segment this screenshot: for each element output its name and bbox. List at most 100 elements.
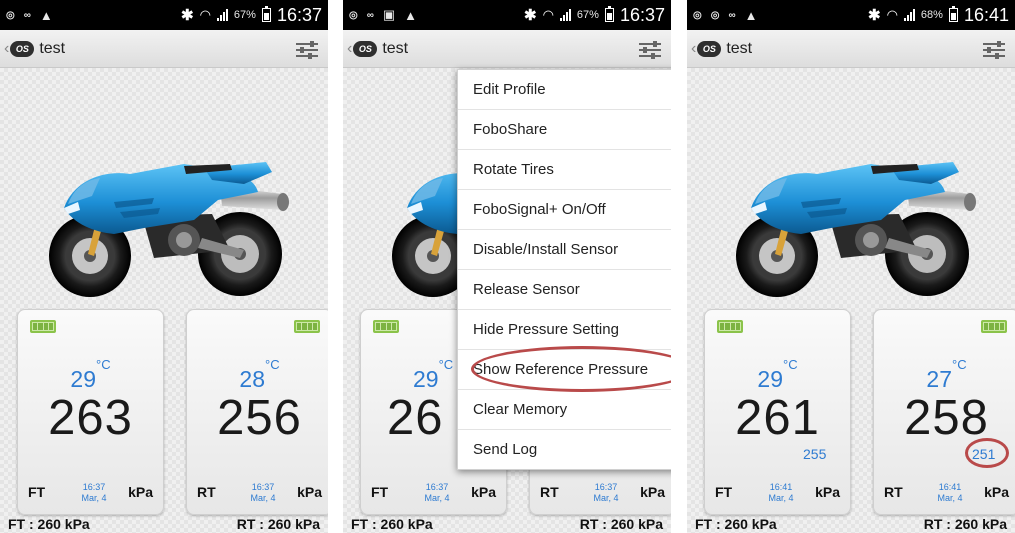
front-position-label: FT [371,484,389,500]
motorcycle-image [721,150,981,300]
front-timestamp: 16:37 Mar, 4 [81,482,107,503]
sensor-battery-icon [373,320,399,333]
fobo-logo-icon: OS [353,40,378,57]
front-unit: kPa [471,484,496,500]
notification-icon: ∞ [23,9,31,21]
sensor-battery-icon [981,320,1007,333]
rear-pressure: 256 [217,391,302,445]
menu-item-clear-memory[interactable]: Clear Memory [458,390,671,430]
rear-position-label: RT [884,484,903,500]
front-tire-card[interactable]: 29°C 263 FT 16:37 Mar, 4 kPa [17,309,164,515]
battery-percent: 68% [920,9,943,21]
profile-title: test [726,39,753,57]
notification-icon: ∞ [728,9,736,21]
profile-title: test [39,39,66,57]
battery-percent: 67% [233,9,256,21]
menu-item-release-sensor[interactable]: Release Sensor [458,270,671,310]
rear-setpoint: RT : 260 kPa [923,516,1007,532]
overflow-menu: Edit Profile FoboShare Rotate Tires Fobo… [457,69,671,470]
menu-item-send-log[interactable]: Send Log [458,430,671,470]
screen-3: ◎ ◎ ∞ ▲ ✱ ◠ 68% 16:41 ‹ OS test 29°C 261… [687,0,1015,533]
front-unit: kPa [128,484,153,500]
rear-pressure: 258 [904,391,989,445]
signal-icon [216,9,228,21]
notification-icon: ◎ [6,9,15,21]
notification-icon: ◎ [710,9,720,21]
profile-title: test [382,39,409,57]
rear-position-label: RT [540,484,559,500]
signal-icon [559,9,571,21]
app-bar: ‹ OS test [0,30,328,68]
bluetooth-icon: ✱ [181,7,194,24]
wifi-icon: ◠ [542,7,554,22]
front-position-label: FT [715,484,733,500]
rear-temperature: 27°C [926,357,967,392]
front-pressure: 261 [735,391,820,445]
rear-timestamp: 16:37 Mar, 4 [593,482,619,503]
clock: 16:37 [619,4,665,25]
signal-icon [903,9,915,21]
sensor-battery-icon [294,320,320,333]
settings-sliders-icon[interactable] [296,40,318,59]
front-setpoint: FT : 260 kPa [8,516,90,532]
settings-sliders-icon[interactable] [639,40,661,59]
front-setpoint: FT : 260 kPa [351,516,433,532]
clock: 16:41 [963,4,1009,25]
menu-item-foboshare[interactable]: FoboShare [458,110,671,150]
settings-sliders-icon[interactable] [983,40,1005,59]
menu-item-rotate-tires[interactable]: Rotate Tires [458,150,671,190]
app-bar: ‹ OS test [687,30,1015,68]
phone-battery-icon [948,6,958,22]
front-temperature: 29°C [70,357,111,392]
rear-setpoint: RT : 260 kPa [579,516,663,532]
menu-item-edit-profile[interactable]: Edit Profile [458,70,671,110]
rear-unit: kPa [984,484,1009,500]
front-position-label: FT [28,484,46,500]
back-chevron-icon[interactable]: ‹ [347,40,352,58]
rear-position-label: RT [197,484,216,500]
rear-unit: kPa [297,484,322,500]
rear-setpoint: RT : 260 kPa [236,516,320,532]
notification-icon: ◎ [693,9,702,21]
bluetooth-icon: ✱ [868,7,881,24]
screen-2: ◎ ∞ ▣ ▲ ✱ ◠ 67% 16:37 ‹ OS test 29°C 26 … [343,0,671,533]
front-timestamp: 16:41 Mar, 4 [768,482,794,503]
sensor-battery-icon [30,320,56,333]
warning-icon: ▲ [744,7,758,23]
front-reference-pressure: 255 [803,446,827,462]
back-chevron-icon[interactable]: ‹ [4,40,9,58]
notification-icon: ◎ [349,9,358,21]
fobo-logo-icon: OS [697,40,722,57]
rear-tire-card[interactable]: 27°C 258 251 RT 16:41 Mar, 4 kPa [873,309,1015,515]
notification-icon: ∞ [366,9,374,21]
front-temperature: 29°C [757,357,798,392]
menu-item-hide-pressure-setting[interactable]: Hide Pressure Setting [458,310,671,350]
image-icon: ▣ [382,7,396,22]
warning-icon: ▲ [39,7,53,23]
highlight-oval [965,438,1009,468]
menu-item-disable-install-sensor[interactable]: Disable/Install Sensor [458,230,671,270]
front-timestamp: 16:37 Mar, 4 [424,482,450,503]
fobo-logo-icon: OS [10,40,35,57]
clock: 16:37 [276,4,322,25]
menu-item-fobosignal[interactable]: FoboSignal+ On/Off [458,190,671,230]
rear-unit: kPa [640,484,665,500]
front-pressure: 263 [48,391,133,445]
back-chevron-icon[interactable]: ‹ [691,40,696,58]
rear-temperature: 28°C [239,357,280,392]
battery-percent: 67% [576,9,599,21]
front-tire-card[interactable]: 29°C 261 255 FT 16:41 Mar, 4 kPa [704,309,851,515]
status-bar: ◎ ∞ ▲ ✱ ◠ 67% 16:37 [0,0,328,30]
front-setpoint: FT : 260 kPa [695,516,777,532]
app-bar: ‹ OS test [343,30,671,68]
phone-battery-icon [261,6,271,22]
rear-tire-card[interactable]: 28°C 256 RT 16:37 Mar, 4 kPa [186,309,328,515]
screen-1: ◎ ∞ ▲ ✱ ◠ 67% 16:37 ‹ OS test 29°C 263 F… [0,0,328,533]
wifi-icon: ◠ [886,7,898,22]
wifi-icon: ◠ [199,7,211,22]
rear-timestamp: 16:37 Mar, 4 [250,482,276,503]
front-unit: kPa [815,484,840,500]
status-bar: ◎ ◎ ∞ ▲ ✱ ◠ 68% 16:41 [687,0,1015,30]
warning-icon: ▲ [404,7,418,23]
bluetooth-icon: ✱ [524,7,537,24]
